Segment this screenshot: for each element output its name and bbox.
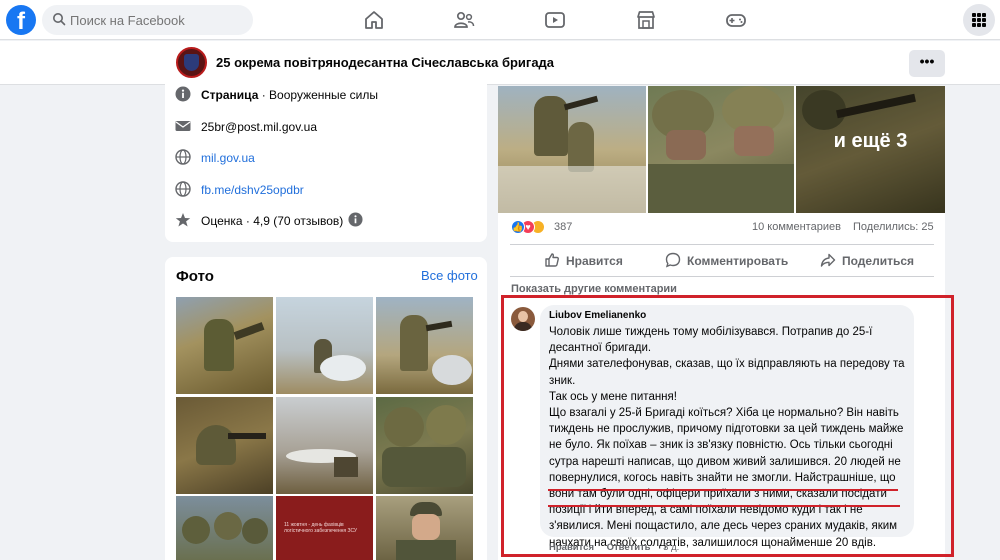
rating-text: Оценка · 4,9 (70 отзывов): [201, 214, 344, 228]
highlight-underline: [548, 505, 900, 507]
divider: [510, 276, 934, 277]
photo-thumbnail[interactable]: [376, 397, 473, 494]
comment-icon: [665, 252, 681, 268]
photo-thumbnail[interactable]: [276, 397, 373, 494]
gaming-icon[interactable]: [724, 8, 748, 32]
shares-count[interactable]: Поделились: 25: [853, 221, 934, 233]
home-icon[interactable]: [362, 8, 386, 32]
banner-text: 11 жовтня - день фахівців логістичного з…: [284, 522, 358, 534]
comment-bubble: Liubov Emelianenko Чоловік лише тиждень …: [540, 305, 914, 549]
info-icon: [175, 86, 191, 102]
category-value: · Вооруженные силы: [261, 88, 378, 102]
comment-paragraph: Так ось у мене питання!: [549, 390, 677, 403]
top-navigation-bar: f: [0, 0, 1000, 40]
like-reaction-icon: 👍: [511, 220, 525, 234]
post-photo[interactable]: [648, 86, 794, 213]
star-icon: [175, 213, 191, 227]
comment-label: Комментировать: [687, 254, 789, 268]
marketplace-icon[interactable]: [634, 8, 658, 32]
website-link[interactable]: mil.gov.ua: [201, 151, 255, 165]
facebook-logo-icon[interactable]: f: [6, 5, 36, 35]
photo-thumbnail[interactable]: [176, 397, 273, 494]
comment-timestamp[interactable]: 3 д.: [663, 542, 679, 553]
reaction-count: 387: [554, 221, 573, 233]
globe-icon: [175, 149, 191, 165]
share-icon: [820, 253, 836, 267]
fb-short-link[interactable]: fb.me/dshv25opdbr: [201, 183, 304, 197]
thumbs-up-icon: [545, 253, 559, 267]
photos-card: Фото Все фото 11 жовтня - день фахівців …: [165, 257, 487, 560]
photo-thumbnail[interactable]: [276, 297, 373, 394]
comment-like-link[interactable]: Нравится: [549, 542, 594, 553]
photo-thumbnail[interactable]: [376, 297, 473, 394]
comment-actions: Нравится Ответить 3 д.: [549, 542, 679, 553]
page-title[interactable]: 25 окрема повітрянодесантна Січеславська…: [216, 55, 554, 70]
search-box[interactable]: [42, 5, 253, 35]
post-photo[interactable]: [498, 86, 646, 213]
search-icon: [53, 13, 66, 26]
friends-icon[interactable]: [452, 8, 476, 32]
more-options-button[interactable]: •••: [909, 50, 945, 77]
mail-icon: [175, 121, 191, 131]
comment-author[interactable]: Liubov Emelianenko: [549, 310, 646, 321]
share-label: Поделиться: [842, 254, 915, 268]
highlight-underline: [548, 489, 898, 491]
photo-thumbnail[interactable]: [176, 496, 273, 560]
commenter-avatar[interactable]: [511, 307, 535, 331]
category-label: Страница: [201, 88, 259, 102]
post-photo-more[interactable]: и ещё 3: [796, 86, 945, 213]
more-photos-overlay[interactable]: и ещё 3: [796, 86, 945, 213]
divider: [510, 244, 934, 245]
rating-info-icon[interactable]: [348, 212, 363, 227]
search-input[interactable]: [70, 10, 245, 30]
all-photos-link[interactable]: Все фото: [421, 268, 478, 283]
page-info-card: Страница · Вооруженные силы 25br@post.mi…: [165, 78, 487, 242]
photo-thumbnail-banner[interactable]: 11 жовтня - день фахівців логістичного з…: [276, 496, 373, 560]
page-header: 25 окрема повітрянодесантна Січеславська…: [0, 41, 1000, 85]
comment-text: Чоловік лише тиждень тому мобілізувався.…: [549, 324, 905, 551]
globe-icon: [175, 181, 191, 197]
like-label: Нравится: [566, 254, 623, 268]
photo-thumbnail[interactable]: [376, 496, 473, 560]
show-more-comments-link[interactable]: Показать другие комментарии: [511, 283, 677, 295]
comment-paragraph: Днями зателефонував, сказав, що їх відпр…: [549, 358, 905, 387]
email-text[interactable]: 25br@post.mil.gov.ua: [201, 120, 317, 134]
page-avatar[interactable]: [176, 47, 207, 78]
comment-paragraph: Що взагалі у 25-й Бригаді коїться? Хіба …: [549, 407, 904, 549]
comment-paragraph: Чоловік лише тиждень тому мобілізувався.…: [549, 326, 873, 355]
watch-video-icon[interactable]: [543, 8, 567, 32]
photo-thumbnail[interactable]: [176, 297, 273, 394]
comments-count[interactable]: 10 комментариев: [752, 221, 841, 233]
photos-title: Фото: [176, 268, 214, 285]
comment-reply-link[interactable]: Ответить: [607, 542, 651, 553]
menu-grid-button[interactable]: [963, 4, 995, 36]
